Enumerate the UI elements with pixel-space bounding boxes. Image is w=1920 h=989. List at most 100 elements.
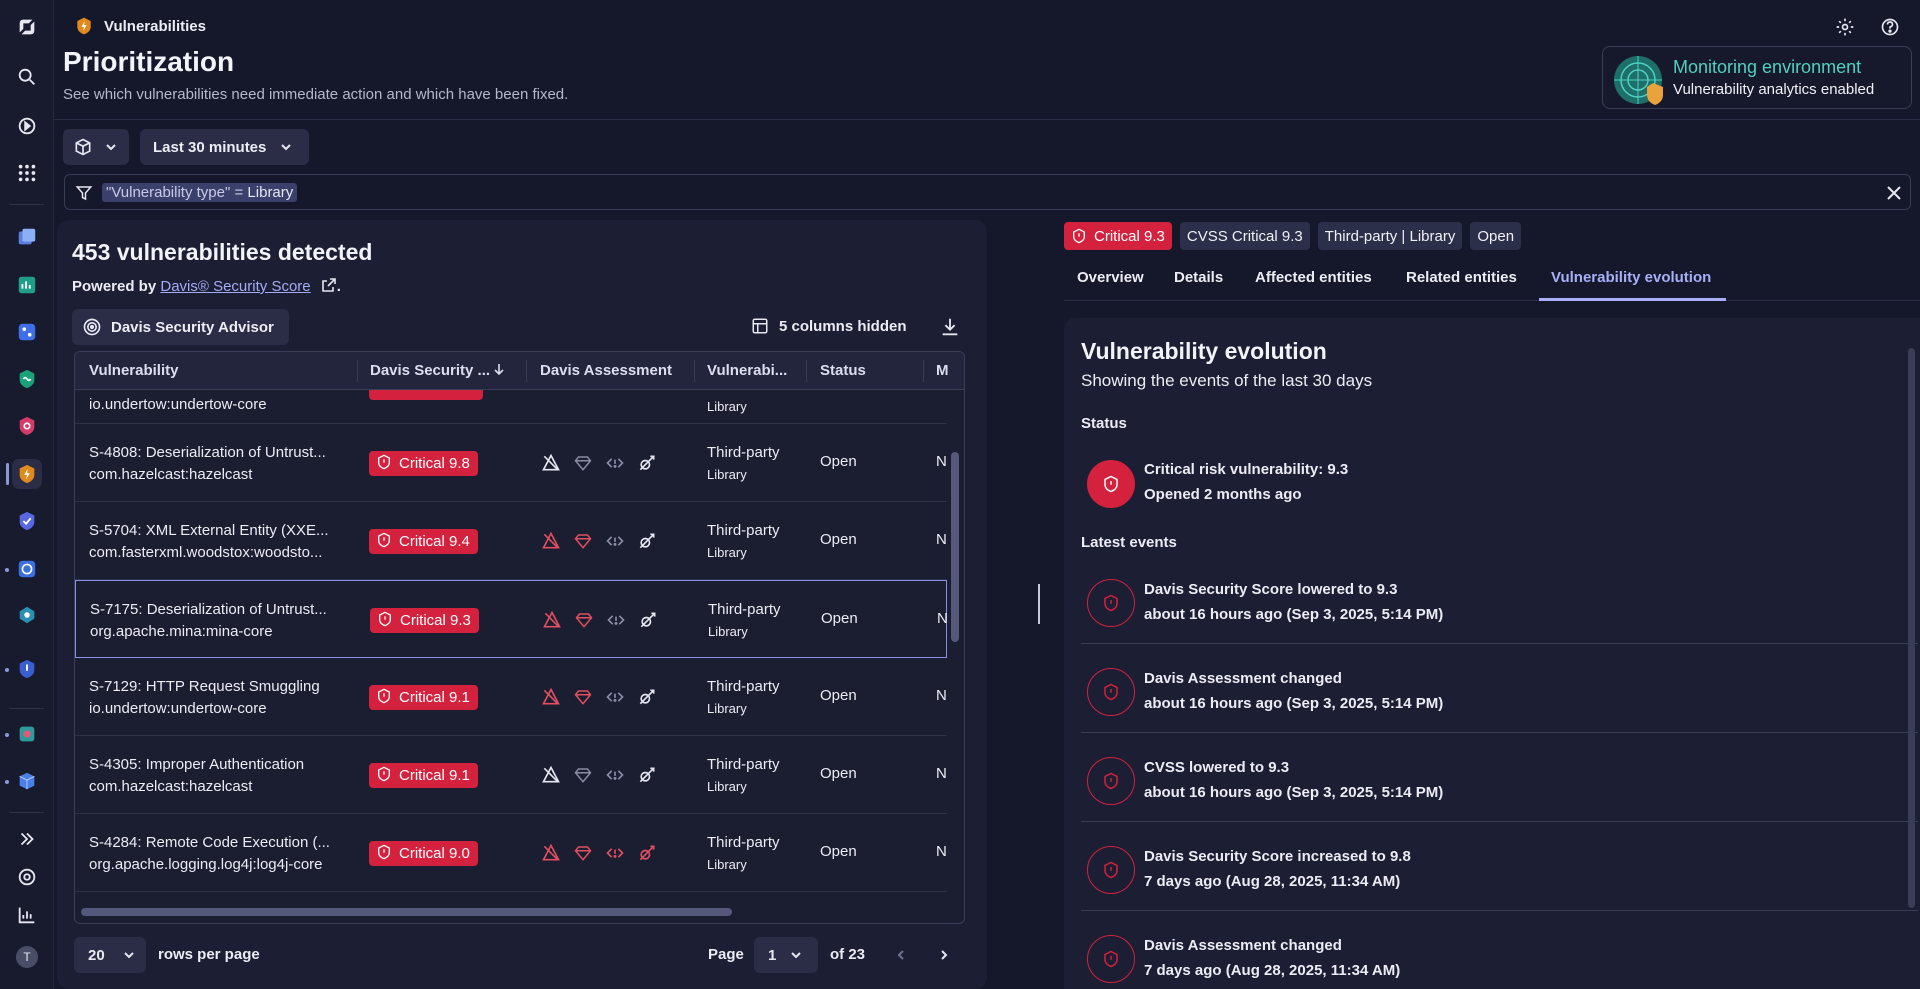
status-cell: Open [821, 610, 858, 627]
extension-app-icon[interactable] [12, 719, 42, 749]
davis-security-score-link[interactable]: Davis® Security Score [160, 278, 310, 295]
m-cell: N [936, 687, 947, 704]
chevron-down-icon [281, 144, 292, 151]
vulnerability-type-sub: Library [707, 857, 747, 872]
vulnerabilities-count-heading: 453 vulnerabilities detected [72, 239, 373, 265]
score-label: Critical 9.0 [399, 845, 470, 862]
rows-per-page-select[interactable]: 20 [74, 937, 146, 973]
status-cell: Open [820, 843, 857, 860]
detail-scrollbar[interactable] [1908, 348, 1915, 908]
observability-app-icon[interactable] [12, 364, 42, 394]
cloud-app-icon[interactable] [12, 600, 42, 630]
table-row[interactable]: S-4305: Improper Authentication com.hazel… [75, 736, 947, 814]
vulnerabilities-logo-icon [77, 17, 91, 35]
table-horizontal-scrollbar[interactable] [81, 908, 732, 916]
vulnerability-title: S-7175: Deserialization of Untrust... [90, 601, 327, 618]
vulnerabilities-app-icon[interactable] [12, 459, 42, 489]
cube-app-icon[interactable] [12, 766, 42, 796]
download-icon[interactable] [939, 316, 961, 338]
gem-icon [572, 686, 594, 708]
code-icon [604, 842, 626, 864]
davis-security-advisor-button[interactable]: Davis Security Advisor [72, 309, 289, 345]
help-icon[interactable] [1878, 15, 1902, 39]
column-header-davis-assessment[interactable]: Davis Assessment [540, 362, 672, 379]
infrastructure-app-icon[interactable] [12, 222, 42, 252]
page-label: Page [708, 946, 744, 963]
table-row-partial[interactable]: io.undertow:undertow-core Library [75, 390, 947, 424]
table-vertical-scrollbar[interactable] [951, 452, 959, 642]
filter-chip[interactable]: "Vulnerability type" = Library [102, 183, 298, 202]
table-row[interactable]: S-7175: Deserialization of Untrust... org… [75, 580, 948, 658]
no-exposure-icon [636, 530, 658, 552]
vulnerability-type: Third-party [707, 834, 780, 851]
search-icon[interactable] [12, 62, 42, 92]
help-center-icon[interactable] [12, 862, 42, 892]
panel-resize-handle[interactable] [1038, 584, 1040, 624]
table-row[interactable]: S-4808: Deserialization of Untrust... com… [75, 424, 947, 502]
event-title: Davis Security Score lowered to 9.3 [1144, 581, 1398, 598]
monitoring-environment-card[interactable]: Monitoring environment Vulnerability ana… [1602, 46, 1912, 109]
launcher-icon[interactable] [12, 111, 42, 141]
previous-page-icon[interactable] [895, 949, 907, 961]
status-cell: Open [820, 453, 857, 470]
column-header-status[interactable]: Status [820, 362, 866, 379]
column-header-vulnerability[interactable]: Vulnerability [89, 362, 178, 379]
expand-rail-icon[interactable] [12, 824, 42, 854]
shield-icon [376, 688, 392, 708]
vulnerability-component: org.apache.mina:mina-core [90, 623, 273, 640]
dynatrace-logo-icon[interactable] [12, 12, 42, 42]
tab-details[interactable]: Details [1174, 269, 1223, 286]
vulnerability-component: org.apache.logging.log4j:log4j-core [89, 856, 323, 873]
settings-gear-icon[interactable] [1833, 15, 1857, 39]
apps-grid-icon[interactable] [12, 158, 42, 188]
analytics-icon[interactable] [12, 900, 42, 930]
kubernetes-app-icon[interactable] [12, 554, 42, 584]
vulnerability-type: Third-party [707, 444, 780, 461]
table-row[interactable]: S-7129: HTTP Request Smuggling io.underto… [75, 658, 947, 736]
status-line-2: Opened 2 months ago [1144, 486, 1302, 503]
code-icon [604, 764, 626, 786]
segment-selector-button[interactable] [63, 129, 129, 165]
column-header-davis-score[interactable]: Davis Security ... [370, 362, 504, 379]
compliance-app-icon[interactable] [12, 506, 42, 536]
column-header-vulnerability-type[interactable]: Vulnerabi... [707, 362, 787, 379]
status-line-1: Critical risk vulnerability: 9.3 [1144, 461, 1349, 478]
page-select[interactable]: 1 [754, 937, 818, 973]
tab-affected-entities[interactable]: Affected entities [1255, 269, 1372, 286]
monitoring-title: Monitoring environment [1673, 57, 1862, 77]
services-app-icon[interactable] [12, 317, 42, 347]
vulnerability-title: S-4808: Deserialization of Untrust... [89, 444, 326, 461]
m-cell: N [936, 453, 947, 470]
next-page-icon[interactable] [938, 949, 950, 961]
vulnerability-type-sub: Library [707, 779, 747, 794]
table-row[interactable]: S-4284: Remote Code Execution (... org.ap… [75, 814, 947, 892]
column-header-m[interactable]: M [936, 362, 949, 379]
timeframe-selector[interactable]: Last 30 minutes [140, 129, 309, 165]
davis-assessment-icons [541, 609, 659, 631]
table-row[interactable]: S-5704: XML External Entity (XXE... com.f… [75, 502, 947, 580]
event-time: 7 days ago (Aug 28, 2025, 11:34 AM) [1144, 873, 1401, 890]
vulnerability-component: io.undertow:undertow-core [89, 396, 267, 413]
user-avatar[interactable]: T [12, 942, 42, 972]
tab-vulnerability-evolution[interactable]: Vulnerability evolution [1551, 269, 1711, 286]
code-icon [604, 452, 626, 474]
tab-overview[interactable]: Overview [1077, 269, 1144, 286]
no-exposure-icon [636, 452, 658, 474]
exploit-icon [540, 530, 562, 552]
vulnerability-type-sub: Library [707, 467, 747, 482]
powered-suffix: . [336, 278, 341, 295]
shield-icon [377, 611, 393, 631]
tab-related-entities[interactable]: Related entities [1406, 269, 1517, 286]
exploit-icon [540, 842, 562, 864]
critical-score-badge: Critical 9.3 [370, 608, 479, 633]
monitoring-subtitle: Vulnerability analytics enabled [1673, 81, 1875, 98]
dashboards-app-icon[interactable] [12, 270, 42, 300]
advisor-icon [83, 318, 101, 336]
powered-prefix: Powered by [72, 278, 161, 295]
security-posture-app-icon[interactable] [12, 654, 42, 684]
filter-bar[interactable]: "Vulnerability type" = Library [64, 174, 1911, 210]
columns-hidden-button[interactable]: 5 columns hidden [751, 317, 907, 335]
gem-icon [572, 530, 594, 552]
clear-filter-icon[interactable] [1886, 185, 1902, 201]
threats-app-icon[interactable] [12, 411, 42, 441]
